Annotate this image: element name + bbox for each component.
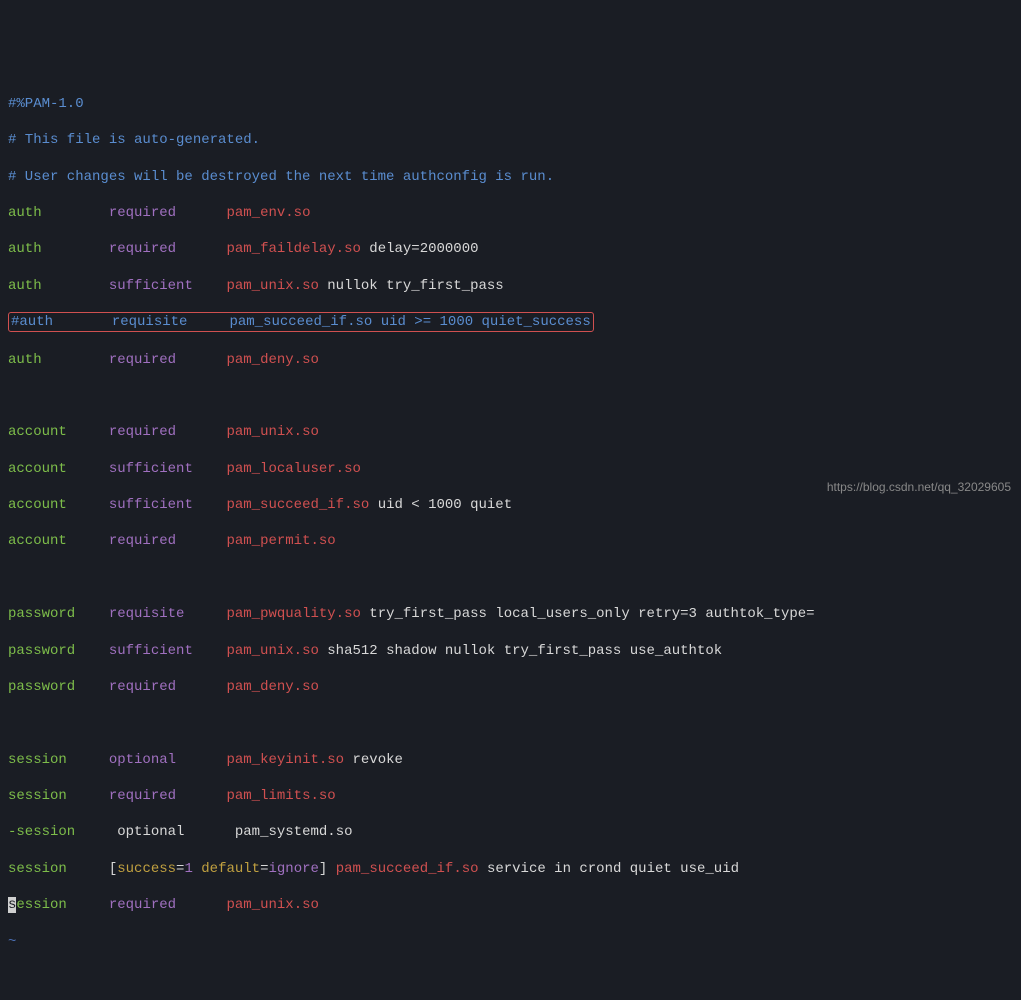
- pam-module: pam_limits.so: [226, 788, 335, 804]
- pam-control: sufficient: [109, 278, 193, 294]
- pam-module: pam_unix.so: [226, 897, 318, 913]
- pam-row: password required pam_deny.so: [8, 678, 1013, 696]
- pam-module: pam_unix.so: [226, 278, 318, 294]
- pam-row: session optional pam_keyinit.so revoke: [8, 751, 1013, 769]
- pam-type: password: [8, 643, 75, 659]
- pam-module: pam_succeed_if.so: [336, 861, 479, 877]
- pam-args: revoke: [353, 752, 403, 768]
- pam-type: account: [8, 424, 67, 440]
- pam-args: uid >= 1000 quiet_success: [381, 314, 591, 330]
- pam-module: pam_unix.so: [226, 424, 318, 440]
- pam-control: required: [109, 205, 176, 221]
- pam-type: auth: [8, 352, 42, 368]
- pam-type: auth: [8, 241, 42, 257]
- pam-row: password sufficient pam_unix.so sha512 s…: [8, 642, 1013, 660]
- pam-control: required: [109, 679, 176, 695]
- pam-module: pam_deny.so: [226, 679, 318, 695]
- pam-control: sufficient: [109, 497, 193, 513]
- pam-type: account: [8, 461, 67, 477]
- pam-type: account: [8, 533, 67, 549]
- pam-type: -session: [8, 824, 75, 840]
- pam-control: optional: [117, 824, 184, 840]
- pam-row: session required pam_limits.so: [8, 787, 1013, 805]
- pam-module: pam_succeed_if.so: [229, 314, 372, 330]
- pam-module: pam_succeed_if.so: [226, 497, 369, 513]
- pam-row: password requisite pam_pwquality.so try_…: [8, 605, 1013, 623]
- pam-row: auth required pam_deny.so: [8, 351, 1013, 369]
- watermark-text: https://blog.csdn.net/qq_32029605: [827, 480, 1011, 496]
- comment-line: #%PAM-1.0: [8, 96, 84, 112]
- pam-module: pam_deny.so: [226, 352, 318, 368]
- pam-control: sufficient: [109, 461, 193, 477]
- pam-type: session: [8, 861, 67, 877]
- vim-tilde: ~: [8, 934, 16, 950]
- pam-args: nullok try_first_pass: [327, 278, 503, 294]
- pam-type: auth: [8, 205, 42, 221]
- pam-args: delay=2000000: [369, 241, 478, 257]
- terminal-editor: #%PAM-1.0 # This file is auto-generated.…: [8, 77, 1013, 969]
- pam-row: session [success=1 default=ignore] pam_s…: [8, 860, 1013, 878]
- cursor[interactable]: s: [8, 897, 16, 913]
- pam-row: auth required pam_faildelay.so delay=200…: [8, 240, 1013, 258]
- pam-type: session: [8, 788, 67, 804]
- pam-control: optional: [109, 752, 176, 768]
- pam-control: requisite: [109, 606, 185, 622]
- pam-control: required: [109, 352, 176, 368]
- pam-args: try_first_pass local_users_only retry=3 …: [369, 606, 814, 622]
- bracket-close: ]: [319, 861, 327, 877]
- pam-module: pam_keyinit.so: [226, 752, 344, 768]
- pam-type: auth: [8, 278, 42, 294]
- pam-control: sufficient: [109, 643, 193, 659]
- pam-control: requisite: [112, 314, 188, 330]
- pam-type: ession: [16, 897, 66, 913]
- pam-type: #auth: [11, 314, 53, 330]
- pam-control: required: [109, 241, 176, 257]
- pam-row: -session optional pam_systemd.so: [8, 823, 1013, 841]
- pam-control: required: [109, 897, 176, 913]
- pam-module: pam_unix.so: [226, 643, 318, 659]
- pam-row: auth required pam_env.so: [8, 204, 1013, 222]
- pam-type: password: [8, 606, 75, 622]
- pam-module: pam_env.so: [226, 205, 310, 221]
- comment-line: # This file is auto-generated.: [8, 132, 260, 148]
- pam-args: service in crond quiet use_uid: [487, 861, 739, 877]
- bracket-open: [: [109, 861, 117, 877]
- pam-row: session required pam_unix.so: [8, 896, 1013, 914]
- pam-module: pam_localuser.so: [226, 461, 360, 477]
- pam-row: account sufficient pam_succeed_if.so uid…: [8, 496, 1013, 514]
- pam-args: uid < 1000 quiet: [378, 497, 512, 513]
- pam-type: account: [8, 497, 67, 513]
- pam-control: required: [109, 533, 176, 549]
- pam-module: pam_faildelay.so: [226, 241, 360, 257]
- pam-args: sha512 shadow nullok try_first_pass use_…: [327, 643, 722, 659]
- pam-row: account required pam_unix.so: [8, 423, 1013, 441]
- pam-row: account required pam_permit.so: [8, 532, 1013, 550]
- pam-type: password: [8, 679, 75, 695]
- pam-row: auth sufficient pam_unix.so nullok try_f…: [8, 277, 1013, 295]
- pam-module: pam_systemd.so: [235, 824, 353, 840]
- pam-module: pam_permit.so: [226, 533, 335, 549]
- pam-row-highlighted: #auth requisite pam_succeed_if.so uid >=…: [8, 313, 1013, 332]
- pam-type: session: [8, 752, 67, 768]
- pam-row: account sufficient pam_localuser.so: [8, 460, 1013, 478]
- comment-line: # User changes will be destroyed the nex…: [8, 169, 554, 185]
- pam-module: pam_pwquality.so: [226, 606, 360, 622]
- pam-control: required: [109, 424, 176, 440]
- pam-control: required: [109, 788, 176, 804]
